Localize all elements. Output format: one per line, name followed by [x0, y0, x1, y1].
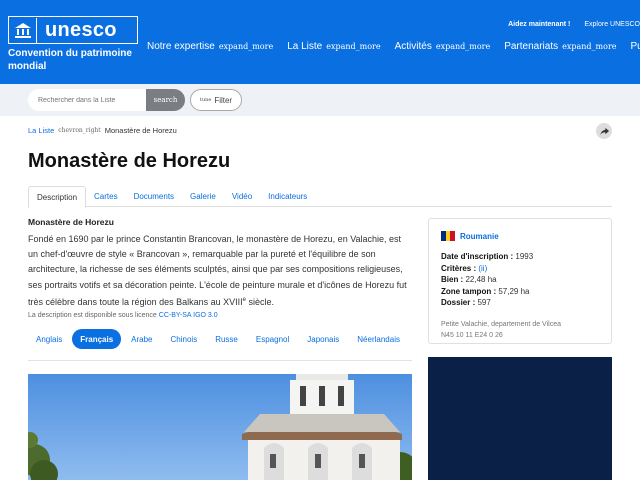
nav-label: Partenariats: [504, 41, 559, 52]
top-links: Aidez maintenant ! Explore UNESCO: [494, 21, 640, 28]
lang-espagnol[interactable]: Espagnol: [248, 329, 297, 349]
nav-item-publications[interactable]: Publi: [631, 41, 640, 52]
lang-chinois[interactable]: Chinois: [163, 329, 206, 349]
lang-neerlandais[interactable]: Néerlandais: [349, 329, 408, 349]
nav-label: Notre expertise: [147, 41, 215, 52]
coordinates-text: N45 10 11 E24 0 26: [441, 331, 503, 339]
tab-cartes[interactable]: Cartes: [86, 186, 126, 207]
divider: [28, 360, 412, 361]
share-icon: [599, 127, 609, 135]
country-link[interactable]: Roumanie: [441, 231, 599, 241]
description-heading: Monastère de Horezu: [28, 217, 114, 227]
map-panel[interactable]: [428, 357, 612, 480]
tab-description[interactable]: Description: [28, 186, 87, 208]
nav-label: Publi: [630, 41, 640, 52]
tune-icon: tune: [199, 97, 212, 103]
expand-more-icon: expand_more: [326, 42, 381, 51]
monastery-photo[interactable]: [28, 374, 412, 480]
temple-icon: [9, 17, 37, 43]
logo-text: unesco: [45, 18, 117, 41]
description-body: Fondé en 1690 par le prince Constantin B…: [28, 232, 412, 310]
nav-item-activites[interactable]: Activités expand_more: [395, 41, 491, 52]
region-text: Petite Valachie, departement de Vilcea: [441, 320, 561, 328]
main-nav: Notre expertise expand_more La Liste exp…: [147, 41, 640, 52]
fact-buffer-zone: Zone tampon : 57,29 ha: [441, 286, 530, 296]
site-header: unesco Convention du patrimoine mondial …: [0, 0, 640, 84]
property-location: Petite Valachie, departement de Vilcea N…: [441, 319, 599, 341]
breadcrumb-root[interactable]: La Liste: [28, 126, 54, 135]
expand-more-icon: expand_more: [218, 42, 274, 51]
romania-flag-icon: [441, 231, 456, 241]
site-name[interactable]: Convention du patrimoine mondial: [8, 47, 143, 73]
filter-label: Filter: [214, 95, 233, 105]
page-title: Monastère de Horezu: [28, 150, 231, 172]
fact-dossier: Dossier : 597: [441, 298, 491, 307]
tab-documents[interactable]: Documents: [126, 186, 182, 207]
lang-russe[interactable]: Russe: [207, 329, 246, 349]
lang-arabe[interactable]: Arabe: [123, 329, 160, 349]
search-bar: search tune Filter: [0, 84, 640, 116]
fact-criteria: Critères : (ii): [441, 263, 488, 273]
description-text: Fondé en 1690 par le prince Constantin B…: [28, 234, 407, 307]
lang-japonais[interactable]: Japonais: [299, 329, 347, 349]
lang-francais[interactable]: Français: [72, 329, 122, 349]
nav-item-partenariats[interactable]: Partenariats expand_more: [504, 41, 616, 52]
property-facts: Date d'inscription : 1993 Critères : (ii…: [441, 251, 599, 309]
property-info-card: Roumanie Date d'inscription : 1993 Critè…: [428, 218, 612, 344]
tab-video[interactable]: Vidéo: [224, 186, 260, 207]
filter-button[interactable]: tune Filter: [190, 89, 242, 111]
help-now-link[interactable]: Aidez maintenant !: [508, 21, 570, 28]
tab-galerie[interactable]: Galerie: [182, 186, 224, 207]
license-note: La description est disponible sous licen…: [28, 312, 218, 319]
nav-item-liste[interactable]: La Liste expand_more: [287, 41, 380, 52]
nav-label: Activités: [394, 41, 432, 52]
unesco-logo[interactable]: unesco: [8, 16, 138, 44]
content-tabs: Description Cartes Documents Galerie Vid…: [28, 186, 612, 208]
nav-item-expertise[interactable]: Notre expertise expand_more: [147, 41, 273, 52]
lang-anglais[interactable]: Anglais: [28, 329, 70, 349]
breadcrumb: La Liste chevron_right Monastère de Hore…: [28, 126, 177, 135]
language-switcher: Anglais Français Arabe Chinois Russe Esp…: [28, 329, 410, 349]
tab-indicateurs[interactable]: Indicateurs: [260, 186, 315, 207]
nav-label: La Liste: [287, 41, 323, 52]
explore-unesco-link[interactable]: Explore UNESCO: [584, 21, 640, 28]
criteria-link[interactable]: (ii): [478, 264, 487, 273]
share-button[interactable]: [596, 123, 612, 139]
description-text-end: siècle.: [245, 296, 274, 307]
country-name: Roumanie: [460, 231, 499, 241]
search-button[interactable]: search: [146, 89, 185, 111]
license-link[interactable]: CC-BY-SA IGO 3.0: [159, 312, 218, 319]
chevron-right-icon: chevron_right: [58, 127, 101, 134]
fact-property-area: Bien : 22,48 ha: [441, 275, 497, 284]
expand-more-icon: expand_more: [562, 42, 617, 51]
expand-more-icon: expand_more: [435, 42, 491, 51]
breadcrumb-current: Monastère de Horezu: [104, 126, 177, 135]
fact-inscription-date: Date d'inscription : 1993: [441, 252, 534, 261]
search-input[interactable]: [28, 89, 146, 111]
license-prefix: La description est disponible sous licen…: [28, 312, 157, 319]
